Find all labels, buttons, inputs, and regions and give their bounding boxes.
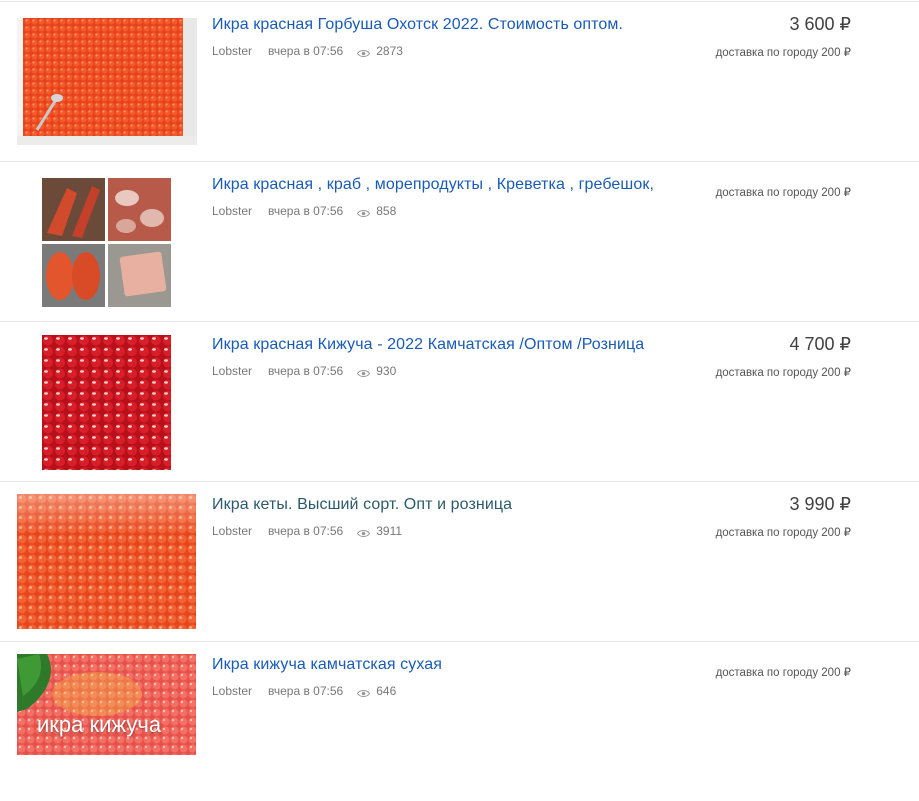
listing-photo[interactable]: икра кижуча	[17, 654, 196, 755]
delivery-info: доставка по городу 200 ₽	[715, 47, 851, 59]
posted-time: вчера в 07:56	[268, 204, 344, 218]
chum-caviar-closeup-photo	[17, 494, 196, 629]
listing-meta: Lobster вчера в 07:56 646	[212, 684, 396, 698]
red-caviar-tray-photo	[17, 18, 197, 145]
listing-row: икра кижуча Икра кижуча камчатская сухая…	[0, 641, 919, 801]
listing-photo[interactable]	[17, 18, 197, 145]
view-count: 930	[376, 364, 397, 378]
eye-icon	[357, 527, 371, 537]
eye-icon	[357, 367, 371, 377]
delivery-info: доставка по городу 200 ₽	[715, 527, 851, 539]
seller-name[interactable]: Lobster	[212, 524, 252, 538]
listing-price: 3 600 ₽	[789, 14, 852, 34]
listing-list: Икра красная Горбуша Охотск 2022. Стоимо…	[0, 0, 919, 755]
seller-name[interactable]: Lobster	[212, 684, 252, 698]
listing-row: Икра кеты. Высший сорт. Опт и розница Lo…	[0, 481, 919, 641]
listing-meta: Lobster вчера в 07:56 858	[212, 204, 396, 218]
listing-meta: Lobster вчера в 07:56 930	[212, 364, 396, 378]
eye-icon	[357, 47, 371, 57]
listing-photo[interactable]	[42, 178, 171, 307]
coho-caviar-leaf-photo	[17, 654, 196, 755]
listing-title[interactable]: Икра красная Кижуча - 2022 Камчатская /О…	[212, 336, 644, 354]
listing-title[interactable]: Икра красная Горбуша Охотск 2022. Стоимо…	[212, 16, 623, 34]
listing-photo[interactable]	[17, 494, 196, 629]
listing-meta: Lobster вчера в 07:56 3911	[212, 524, 402, 538]
posted-time: вчера в 07:56	[268, 684, 344, 698]
seafood-collage-photo	[42, 178, 171, 307]
listing-title[interactable]: Икра кеты. Высший сорт. Опт и розница	[212, 496, 512, 514]
listing-price: 4 700 ₽	[789, 334, 852, 354]
posted-time: вчера в 07:56	[268, 44, 344, 58]
seller-name[interactable]: Lobster	[212, 204, 252, 218]
eye-icon	[357, 207, 371, 217]
view-count: 646	[376, 684, 397, 698]
eye-icon	[357, 687, 371, 697]
posted-time: вчера в 07:56	[268, 524, 344, 538]
listing-row: Икра красная Горбуша Охотск 2022. Стоимо…	[0, 1, 919, 161]
listing-photo[interactable]	[42, 335, 171, 470]
listing-price: 3 990 ₽	[789, 494, 852, 514]
coho-caviar-closeup-photo	[42, 335, 171, 470]
delivery-info: доставка по городу 200 ₽	[715, 667, 851, 679]
listing-title[interactable]: Икра кижуча камчатская сухая	[212, 656, 442, 674]
listing-row: Икра красная Кижуча - 2022 Камчатская /О…	[0, 321, 919, 481]
posted-time: вчера в 07:56	[268, 364, 344, 378]
listing-meta: Lobster вчера в 07:56 2873	[212, 44, 403, 58]
seller-name[interactable]: Lobster	[212, 364, 252, 378]
listing-title[interactable]: Икра красная , краб , морепродукты , Кре…	[212, 176, 654, 194]
photo-caption: икра кижуча	[37, 712, 162, 737]
listing-row: Икра красная , краб , морепродукты , Кре…	[0, 161, 919, 321]
view-count: 858	[376, 204, 397, 218]
delivery-info: доставка по городу 200 ₽	[715, 367, 851, 379]
view-count: 2873	[376, 44, 403, 58]
view-count: 3911	[376, 524, 403, 538]
seller-name[interactable]: Lobster	[212, 44, 252, 58]
delivery-info: доставка по городу 200 ₽	[715, 187, 851, 199]
